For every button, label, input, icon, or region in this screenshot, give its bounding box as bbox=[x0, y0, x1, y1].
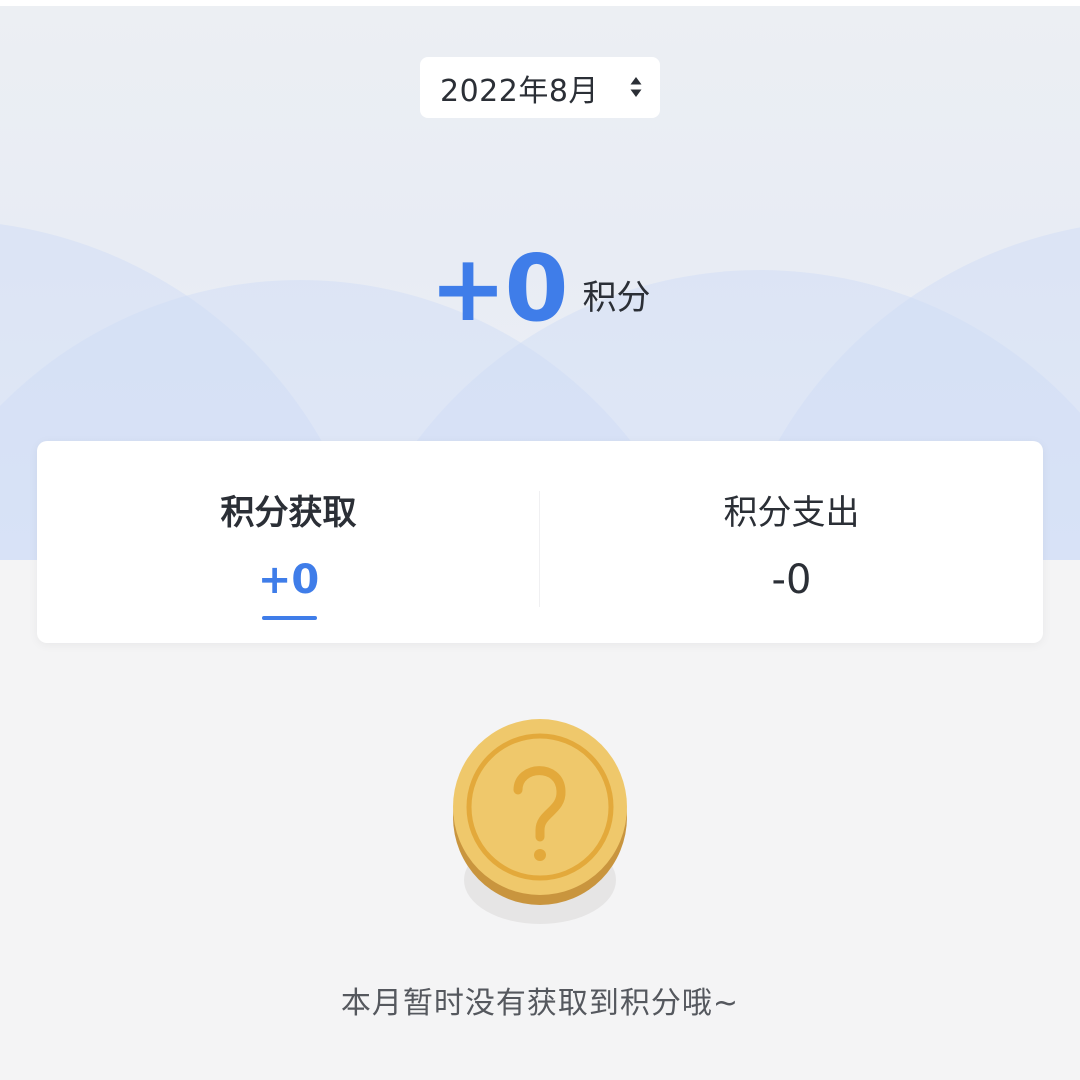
tab-points-earned[interactable]: 积分获取 +0 bbox=[37, 441, 540, 643]
points-tabs-card: 积分获取 +0 积分支出 -0 bbox=[37, 441, 1043, 643]
tab-label: 积分支出 bbox=[723, 493, 860, 533]
empty-state-message: 本月暂时没有获取到积分哦~ bbox=[340, 986, 740, 1021]
status-divider bbox=[0, 0, 1080, 6]
tab-points-spent[interactable]: 积分支出 -0 bbox=[540, 441, 1043, 643]
points-unit-label: 积分 bbox=[582, 278, 651, 318]
month-selector[interactable]: 2022年8月 bbox=[420, 57, 660, 118]
sort-updown-icon bbox=[630, 77, 642, 97]
tab-value: +0 bbox=[257, 557, 320, 603]
active-tab-indicator bbox=[261, 616, 317, 620]
points-total: +0 积分 bbox=[0, 225, 1080, 335]
tab-label: 积分获取 bbox=[220, 493, 357, 533]
question-coin-icon bbox=[453, 719, 627, 924]
selected-month: 2022年8月 bbox=[440, 73, 599, 109]
points-total-value: +0 bbox=[429, 235, 568, 342]
tab-value: -0 bbox=[771, 557, 812, 603]
